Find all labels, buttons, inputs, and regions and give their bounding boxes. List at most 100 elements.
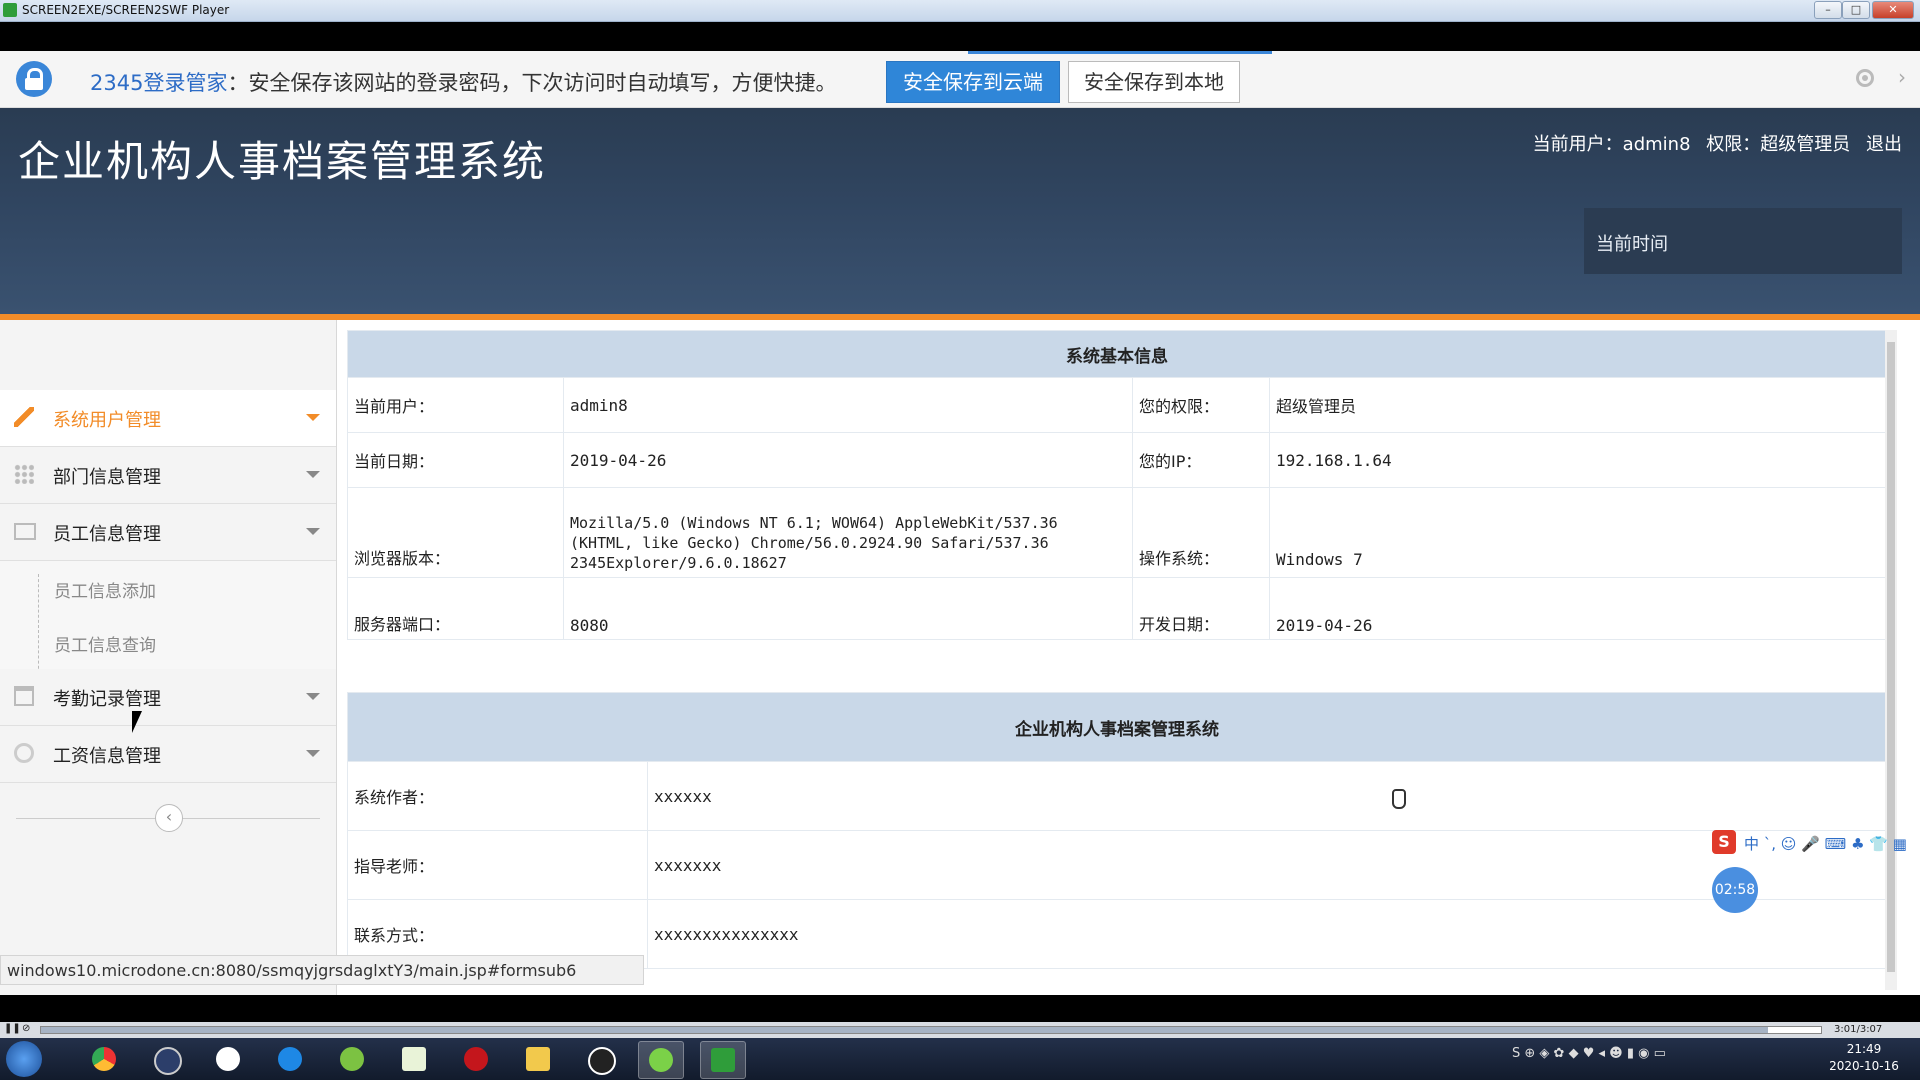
image-icon <box>14 523 36 540</box>
system-tray[interactable]: S ⊕ ◈ ✿ ◆ ♥ ◂ ☻ ▮ ◉ ▭ <box>1512 1046 1802 1072</box>
close-window-button[interactable]: ✕ <box>1872 1 1914 19</box>
clock-time: 21:49 <box>1846 1042 1882 1056</box>
role-label: 权限： <box>1706 134 1761 155</box>
lock-icon <box>16 61 52 97</box>
sidebar-item-label: 工资信息管理 <box>53 746 161 767</box>
sidebar-subitem-query-employee[interactable]: 员工信息查询 <box>0 615 336 669</box>
table-label: 当前用户： <box>347 377 564 433</box>
clock-date: 2020-10-16 <box>1829 1059 1899 1073</box>
timer-bubble[interactable]: 02:58 <box>1712 867 1758 913</box>
chevron-down-icon <box>306 693 320 700</box>
loading-indicator <box>968 51 1272 54</box>
system-clock[interactable]: 21:49 2020-10-16 <box>1814 1041 1914 1075</box>
table-label: 服务器端口： <box>347 577 564 640</box>
scrollbar-thumb[interactable] <box>1887 342 1895 972</box>
table-row: 系统作者： xxxxxx <box>347 761 1887 831</box>
about-table: 企业机构人事档案管理系统 系统作者： xxxxxx 指导老师： xxxxxxx … <box>347 692 1887 969</box>
green-app-icon[interactable] <box>330 1041 374 1077</box>
sidebar-subitem-add-employee[interactable]: 员工信息添加 <box>0 561 336 615</box>
current-user: admin8 <box>1622 134 1691 155</box>
current-user-label: 当前用户： <box>1532 134 1623 155</box>
browser-viewport: 2345登录管家：安全保存该网站的登录密码，下次访问时自动填写，方便快捷。 安全… <box>0 51 1920 995</box>
sidebar-item-attendance[interactable]: 考勤记录管理 <box>0 669 336 726</box>
hand-cursor-icon <box>1392 789 1406 809</box>
system-info-heading: 系统基本信息 <box>347 330 1887 378</box>
logout-link[interactable]: 退出 <box>1866 134 1902 155</box>
mouse-cursor-icon <box>132 711 142 733</box>
chart-app-icon[interactable] <box>392 1041 436 1077</box>
sidebar-collapse-button[interactable]: ‹ <box>155 804 183 832</box>
gear-icon[interactable] <box>1856 69 1874 87</box>
stop-icon[interactable]: ⊘ <box>22 1023 34 1035</box>
ime-tool-icons[interactable]: 中 ˋ, ☺ 🎤 ⌨ ♣ 👕 ▦ <box>1744 833 1907 854</box>
table-row: 服务器端口： 8080 开发日期： 2019-04-26 <box>347 577 1887 640</box>
ime-toolbar[interactable]: S 中 ˋ, ☺ 🎤 ⌨ ♣ 👕 ▦ <box>1712 830 1920 856</box>
table-value: 8080 <box>563 577 1133 640</box>
player-controls: ❚❚ ⊘ 3:01/3:07 <box>0 1022 1920 1038</box>
app-lines-icon[interactable] <box>144 1041 188 1077</box>
chevron-down-icon <box>306 471 320 478</box>
flash-icon[interactable] <box>454 1041 498 1077</box>
sidebar: 系统用户管理 部门信息管理 员工信息管理 员工信息添加 员工信息查询 考勤记录管… <box>0 320 337 995</box>
qq-icon[interactable] <box>578 1041 622 1077</box>
main-scrollbar[interactable] <box>1885 330 1897 990</box>
player-app-icon <box>3 3 17 17</box>
table-value: Windows 7 <box>1269 487 1887 578</box>
role: 超级管理员 <box>1760 134 1851 155</box>
chevron-down-icon <box>306 414 320 421</box>
table-value: xxxxxxxxxxxxxxx <box>647 899 1887 969</box>
sidebar-subitem-label: 员工信息查询 <box>54 636 156 656</box>
folder-icon[interactable] <box>516 1041 560 1077</box>
chrome-icon[interactable] <box>82 1041 126 1077</box>
page-title: 企业机构人事档案管理系统 <box>18 137 547 186</box>
chevron-down-icon <box>306 528 320 535</box>
calendar-icon <box>14 686 34 706</box>
sidebar-item-label: 考勤记录管理 <box>53 689 161 710</box>
minimize-button[interactable]: – <box>1814 1 1842 19</box>
close-icon[interactable]: › <box>1898 65 1906 89</box>
taskbar: S ⊕ ◈ ✿ ◆ ♥ ◂ ☻ ▮ ◉ ▭ 21:49 2020-10-16 <box>0 1038 1920 1080</box>
app-header: 企业机构人事档案管理系统 当前用户：admin8 权限：超级管理员 退出 当前时… <box>0 108 1920 314</box>
sidebar-item-employees[interactable]: 员工信息管理 <box>0 504 336 561</box>
tree-line <box>38 574 40 684</box>
table-value: 192.168.1.64 <box>1269 432 1887 488</box>
save-to-cloud-button[interactable]: 安全保存到云端 <box>886 61 1060 103</box>
table-value: 2019-04-26 <box>1269 577 1887 640</box>
sidebar-item-label: 员工信息管理 <box>53 524 161 545</box>
main-content: 系统基本信息 当前用户： admin8 您的权限： 超级管理员 当前日期： 20… <box>337 320 1897 995</box>
current-time-box: 当前时间 <box>1584 208 1902 274</box>
player-app-taskbar-icon[interactable] <box>700 1041 746 1079</box>
progress-fill <box>41 1027 1768 1033</box>
ime-logo-icon[interactable]: S <box>1712 830 1736 854</box>
sidebar-item-departments[interactable]: 部门信息管理 <box>0 447 336 504</box>
sidebar-item-system-users[interactable]: 系统用户管理 <box>0 390 336 447</box>
table-label: 当前日期： <box>347 432 564 488</box>
save-to-local-button[interactable]: 安全保存到本地 <box>1068 61 1240 103</box>
status-url: windows10.microdone.cn:8080/ssmqyjgrsdag… <box>0 955 644 985</box>
browser-2345-icon[interactable] <box>268 1041 312 1077</box>
playback-progress[interactable] <box>40 1026 1822 1034</box>
table-row: 指导老师： xxxxxxx <box>347 830 1887 900</box>
table-label: 开发日期： <box>1132 577 1270 640</box>
playback-time: 3:01/3:07 <box>1834 1024 1883 1035</box>
pencil-icon <box>14 407 34 427</box>
baidu-netdisk-icon[interactable] <box>206 1041 250 1077</box>
sidebar-item-salary[interactable]: 工资信息管理 <box>0 726 336 783</box>
grid-icon <box>14 464 34 484</box>
table-row: 浏览器版本： Mozilla/5.0 (Windows NT 6.1; WOW6… <box>347 487 1887 578</box>
pause-icon[interactable]: ❚❚ <box>4 1023 21 1035</box>
wheel-icon <box>14 743 34 763</box>
password-save-message: 2345登录管家：安全保存该网站的登录密码，下次访问时自动填写，方便快捷。 <box>90 67 836 97</box>
wechat-icon[interactable] <box>638 1041 684 1079</box>
table-value: xxxxxx <box>647 761 1887 831</box>
sidebar-subitem-label: 员工信息添加 <box>54 582 156 602</box>
current-time-label: 当前时间 <box>1596 234 1668 255</box>
password-save-bar: 2345登录管家：安全保存该网站的登录密码，下次访问时自动填写，方便快捷。 安全… <box>0 51 1920 108</box>
system-info-table: 系统基本信息 当前用户： admin8 您的权限： 超级管理员 当前日期： 20… <box>347 330 1887 640</box>
table-row: 当前日期： 2019-04-26 您的IP： 192.168.1.64 <box>347 432 1887 488</box>
maximize-button[interactable]: □ <box>1842 1 1870 19</box>
browser-version-value: Mozilla/5.0 (Windows NT 6.1; WOW64) Appl… <box>563 487 1133 578</box>
table-label: 操作系统： <box>1132 487 1270 578</box>
table-label: 系统作者： <box>347 761 648 831</box>
start-icon[interactable] <box>6 1041 42 1077</box>
